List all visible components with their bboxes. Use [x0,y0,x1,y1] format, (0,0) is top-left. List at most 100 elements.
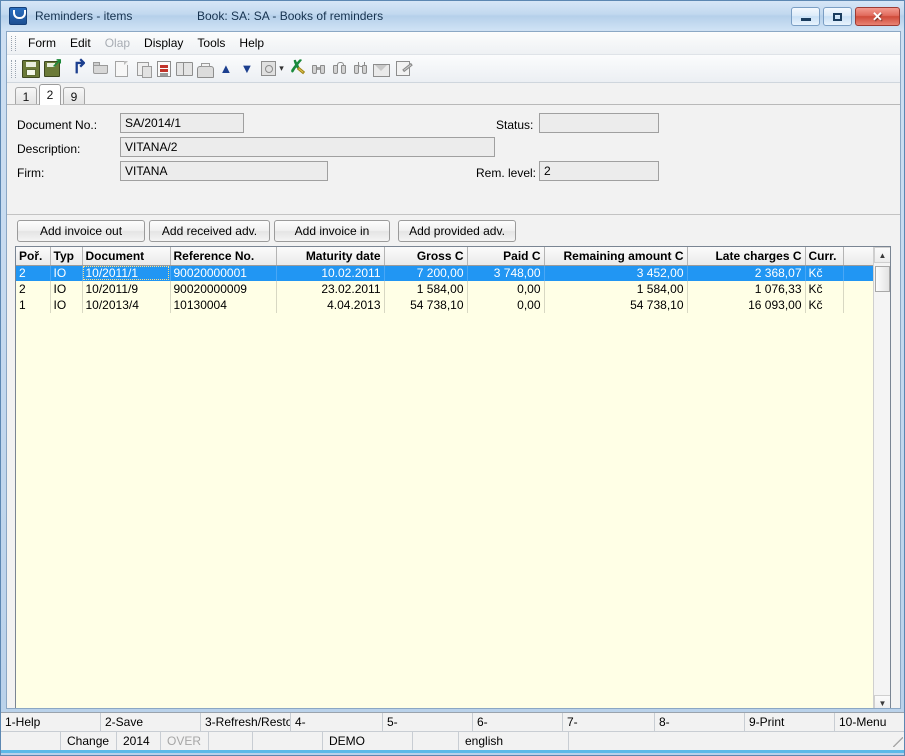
table-cell[interactable]: 1 584,00 [384,281,468,297]
function-key-7[interactable]: 7- [563,713,655,731]
column-header-paid-c[interactable]: Paid C [467,247,545,266]
table-cell[interactable]: 54 738,10 [384,297,468,313]
save-button[interactable] [20,58,41,80]
table-cell[interactable]: 90020000009 [170,281,277,297]
menu-item-help[interactable]: Help [232,34,271,52]
table-cell[interactable]: 0,00 [467,281,545,297]
status-input[interactable] [539,113,659,133]
column-header-late-charges-c[interactable]: Late charges C [687,247,806,266]
notes-button[interactable] [392,58,413,80]
book-button[interactable] [174,58,195,80]
table-cell[interactable]: 10/2011/9 [82,281,171,297]
resize-grip[interactable] [893,737,903,747]
export-excel-button[interactable] [287,58,308,80]
document-no-input[interactable] [120,113,244,133]
rem-level-input[interactable] [539,161,659,181]
table-cell[interactable]: 1 584,00 [544,281,688,297]
table-cell[interactable]: Kč [805,297,844,313]
table-cell[interactable]: 1 [16,297,51,313]
items-grid[interactable]: Poř. Typ Document Reference No. Maturity dat… [15,246,891,708]
table-cell[interactable]: IO [50,265,83,281]
table-cell[interactable]: 2 [16,281,51,297]
table-cell[interactable]: 3 748,00 [467,265,545,281]
function-key-9-print[interactable]: 9-Print [745,713,835,731]
function-key-8[interactable]: 8- [655,713,745,731]
table-cell[interactable]: 2 368,07 [687,265,806,281]
add-received-adv-button[interactable]: Add received adv. [149,220,270,242]
mail-button[interactable] [371,58,392,80]
table-cell[interactable]: 7 200,00 [384,265,468,281]
table-row[interactable]: 2 IO 10/2011/1 90020000001 10.02.2011 7 200,0… [16,265,883,281]
description-input[interactable] [120,137,495,157]
table-row[interactable]: 1 IO 10/2013/4 10130004 4.04.2013 54 738,10 0,… [16,297,883,313]
column-header-reference-no[interactable]: Reference No. [170,247,277,266]
undo-button[interactable] [69,58,90,80]
tab-2[interactable]: 2 [39,84,61,105]
menu-item-display[interactable]: Display [137,34,190,52]
table-cell[interactable]: 10.02.2011 [276,265,385,281]
table-cell[interactable]: 0,00 [467,297,545,313]
print-button[interactable] [195,58,216,80]
firm-input[interactable] [120,161,328,181]
column-header-remaining-amount-c[interactable]: Remaining amount C [544,247,688,266]
table-cell[interactable]: 54 738,10 [544,297,688,313]
menu-item-edit[interactable]: Edit [63,34,98,52]
table-cell[interactable]: IO [50,281,83,297]
new-document-button[interactable] [111,58,132,80]
menu-item-tools[interactable]: Tools [190,34,232,52]
move-down-button[interactable] [237,58,258,80]
close-button[interactable]: ✕ [855,7,900,26]
function-key-6[interactable]: 6- [473,713,563,731]
find-previous-button[interactable] [329,58,350,80]
find-next-button[interactable] [350,58,371,80]
column-header-maturity-date[interactable]: Maturity date [276,247,385,266]
function-key-3-refresh-restor[interactable]: 3-Refresh/Restor [201,713,291,731]
column-header-curr[interactable]: Curr. [805,247,844,266]
table-cell[interactable]: 23.02.2011 [276,281,385,297]
table-cell[interactable]: 10/2013/4 [82,297,171,313]
copy-button[interactable] [132,58,153,80]
function-key-1-help[interactable]: 1-Help [1,713,101,731]
grid-vertical-scrollbar[interactable]: ▲ ▼ [873,247,890,708]
find-button[interactable] [308,58,329,80]
table-row[interactable]: 2 IO 10/2011/9 90020000009 23.02.2011 1 584,0… [16,281,883,297]
add-invoice-in-button[interactable]: Add invoice in [274,220,390,242]
menu-item-form[interactable]: Form [21,34,63,52]
app-icon [9,6,27,25]
function-key-10-menu[interactable]: 10-Menu [835,713,904,731]
column-header-document[interactable]: Document [82,247,171,266]
table-cell[interactable]: 10/2011/1 [82,265,171,281]
function-key-5[interactable]: 5- [383,713,473,731]
vertical-scroll-thumb[interactable] [875,266,890,292]
toolbar-grip[interactable] [11,59,16,78]
table-cell[interactable]: 3 452,00 [544,265,688,281]
column-header-po[interactable]: Poř. [16,247,51,266]
table-cell[interactable]: 16 093,00 [687,297,806,313]
column-header-typ[interactable]: Typ [50,247,83,266]
table-cell[interactable]: 1 076,33 [687,281,806,297]
table-cell[interactable]: Kč [805,265,844,281]
scroll-down-button[interactable]: ▼ [874,695,890,708]
table-cell[interactable]: 90020000001 [170,265,277,281]
tab-1[interactable]: 1 [15,87,37,105]
scroll-up-button[interactable]: ▲ [874,247,890,263]
table-cell[interactable]: Kč [805,281,844,297]
paste-document-button[interactable] [153,58,174,80]
save-as-button[interactable] [41,56,62,80]
function-key-2-save[interactable]: 2-Save [101,713,201,731]
table-cell[interactable]: 2 [16,265,51,281]
menu-grip[interactable] [11,35,16,51]
open-folder-button[interactable] [90,58,111,80]
table-cell[interactable]: IO [50,297,83,313]
table-cell[interactable]: 10130004 [170,297,277,313]
function-key-4[interactable]: 4- [291,713,383,731]
add-invoice-out-button[interactable]: Add invoice out [17,220,145,242]
table-cell[interactable]: 4.04.2013 [276,297,385,313]
maximize-button[interactable] [823,7,852,26]
add-provided-adv-button[interactable]: Add provided adv. [398,220,516,242]
preview-button[interactable] [258,58,279,80]
tab-9[interactable]: 9 [63,87,85,105]
minimize-button[interactable] [791,7,820,26]
move-up-button[interactable] [216,58,237,80]
column-header-gross-c[interactable]: Gross C [384,247,468,266]
